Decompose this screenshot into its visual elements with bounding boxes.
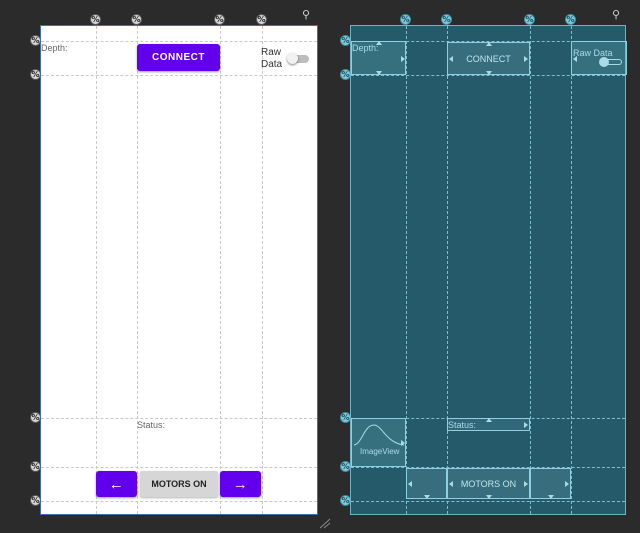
horizontal-guideline[interactable] — [41, 41, 317, 42]
bottom-constraint-anchor[interactable] — [376, 71, 382, 75]
vertical-guideline[interactable] — [571, 26, 572, 514]
guideline-marker[interactable]: % — [524, 14, 535, 25]
vertical-guideline[interactable] — [96, 26, 97, 514]
guideline-marker[interactable]: % — [90, 14, 101, 25]
right-constraint-anchor[interactable] — [401, 440, 405, 446]
horizontal-guideline[interactable] — [41, 418, 317, 419]
left-constraint-anchor[interactable] — [573, 56, 577, 62]
vertical-guideline[interactable] — [137, 26, 138, 514]
guideline-marker[interactable]: % — [214, 14, 225, 25]
horizontal-guideline[interactable] — [41, 501, 317, 502]
status-blueprint-box[interactable]: Status: — [447, 418, 530, 431]
motors-on-blueprint-label: MOTORS ON — [460, 478, 517, 489]
left-constraint-anchor[interactable] — [408, 481, 412, 487]
top-constraint-anchor[interactable] — [376, 41, 382, 45]
depth-label: Depth: — [41, 43, 68, 53]
status-blueprint-label: Status: — [448, 420, 477, 430]
raw-data-label-line2: Data — [261, 59, 283, 70]
left-arrow-button[interactable]: ← — [96, 471, 137, 497]
status-label: Status: — [137, 420, 166, 430]
wrench-icon[interactable]: ⚲ — [302, 8, 310, 21]
horizontal-guideline[interactable] — [41, 467, 317, 468]
vertical-guideline[interactable] — [262, 26, 263, 514]
blueprint-surface[interactable]: Depth: CONNECT Raw Data ImageView Status… — [350, 25, 627, 515]
top-constraint-anchor[interactable] — [486, 42, 492, 46]
horizontal-guideline[interactable] — [351, 75, 625, 76]
raw-data-switch[interactable] — [287, 53, 309, 64]
raw-data-switch-thumb — [599, 57, 609, 67]
bottom-constraint-anchor[interactable] — [486, 71, 492, 75]
connect-button[interactable]: CONNECT — [137, 44, 220, 71]
motors-on-button[interactable]: MOTORS ON — [140, 471, 218, 497]
horizontal-guideline[interactable] — [351, 501, 625, 502]
right-constraint-anchor[interactable] — [524, 56, 528, 62]
raw-data-blueprint-box[interactable]: Raw Data — [571, 41, 627, 75]
raw-data-blueprint-label: Raw Data — [573, 48, 613, 58]
right-constraint-anchor[interactable] — [524, 481, 528, 487]
design-surface[interactable]: Depth: CONNECT Raw Data Status: ← MOTORS… — [40, 25, 318, 515]
vertical-guideline[interactable] — [447, 26, 448, 514]
raw-data-label-line1: Raw — [261, 47, 282, 58]
left-arrow-blueprint-box[interactable] — [406, 468, 447, 499]
wrench-icon[interactable]: ⚲ — [612, 8, 620, 21]
bottom-constraint-anchor[interactable] — [424, 495, 430, 499]
bottom-constraint-anchor[interactable] — [486, 495, 492, 499]
switch-thumb — [287, 53, 298, 64]
connect-blueprint-box[interactable]: CONNECT — [447, 42, 530, 75]
right-constraint-anchor[interactable] — [565, 481, 569, 487]
top-constraint-anchor[interactable] — [486, 418, 492, 422]
guideline-marker[interactable]: % — [256, 14, 267, 25]
depth-blueprint-label: Depth: — [352, 43, 379, 53]
right-arrow-blueprint-box[interactable] — [530, 468, 571, 499]
guideline-marker[interactable]: % — [565, 14, 576, 25]
right-constraint-anchor[interactable] — [524, 422, 528, 428]
resize-handle[interactable] — [318, 517, 332, 529]
right-arrow-button[interactable]: → — [220, 471, 261, 497]
horizontal-guideline[interactable] — [41, 75, 317, 76]
vertical-guideline[interactable] — [530, 26, 531, 514]
depth-blueprint-box[interactable]: Depth: — [351, 41, 406, 75]
right-constraint-anchor[interactable] — [401, 56, 405, 62]
imageview-blueprint-box[interactable]: ImageView — [351, 418, 406, 467]
bottom-constraint-anchor[interactable] — [548, 495, 554, 499]
motors-on-blueprint-box[interactable]: MOTORS ON — [447, 468, 530, 499]
left-constraint-anchor[interactable] — [449, 56, 453, 62]
guideline-marker[interactable]: % — [441, 14, 452, 25]
connect-blueprint-label: CONNECT — [466, 53, 511, 64]
guideline-marker[interactable]: % — [400, 14, 411, 25]
imageview-blueprint-label: ImageView — [360, 447, 400, 456]
left-constraint-anchor[interactable] — [449, 481, 453, 487]
vertical-guideline[interactable] — [220, 26, 221, 514]
guideline-marker[interactable]: % — [131, 14, 142, 25]
